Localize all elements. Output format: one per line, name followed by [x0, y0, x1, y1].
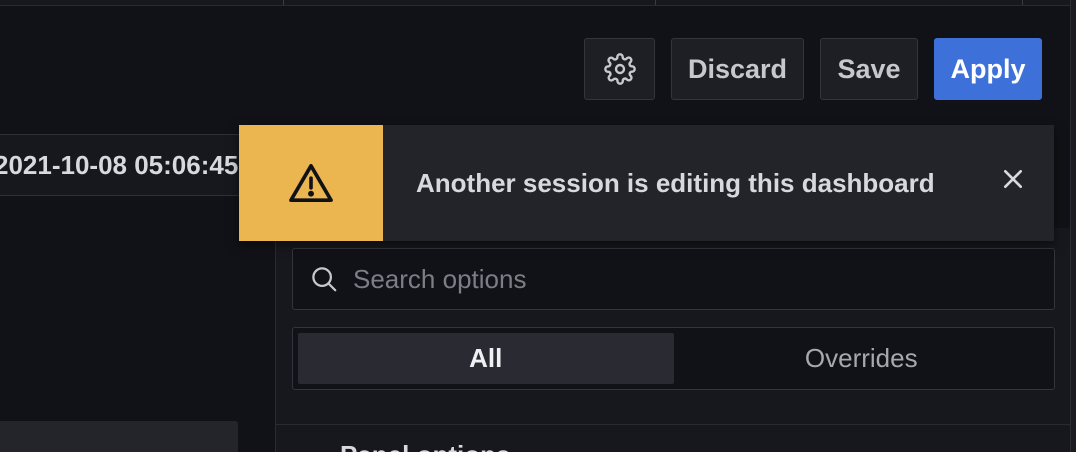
top-strip-divider: [283, 0, 284, 5]
top-strip-divider: [1022, 0, 1023, 5]
search-input[interactable]: [351, 262, 1054, 296]
dashboard-edit-view: Discard Save Apply 2021-10-08 05:06:45 A…: [0, 0, 1076, 452]
save-button[interactable]: Save: [820, 38, 918, 100]
time-range-picker[interactable]: 2021-10-08 05:06:45: [0, 134, 255, 196]
apply-button[interactable]: Apply: [934, 38, 1042, 100]
section-title[interactable]: Panel options: [340, 440, 510, 452]
alert-message: Another session is editing this dashboar…: [416, 167, 935, 198]
close-icon: [1003, 169, 1023, 189]
options-tabs: All Overrides: [292, 327, 1055, 390]
warning-triangle-icon: [289, 164, 333, 202]
settings-button[interactable]: [584, 38, 655, 100]
alert-icon-container: [239, 125, 383, 241]
section-divider: [276, 424, 1070, 425]
tab-overrides[interactable]: Overrides: [674, 333, 1050, 384]
top-strip: [0, 0, 1076, 6]
discard-button[interactable]: Discard: [671, 38, 804, 100]
search-icon: [312, 267, 337, 292]
time-range-value: 2021-10-08 05:06:45: [0, 149, 239, 180]
gear-icon: [603, 53, 636, 85]
panel-preview: [0, 421, 238, 452]
warning-alert: Another session is editing this dashboar…: [239, 125, 1054, 241]
search-options-field[interactable]: [292, 248, 1055, 310]
tab-all[interactable]: All: [298, 333, 674, 384]
top-strip-divider: [655, 0, 656, 5]
alert-close-button[interactable]: [999, 165, 1027, 193]
scrollbar-track[interactable]: [1070, 0, 1076, 452]
